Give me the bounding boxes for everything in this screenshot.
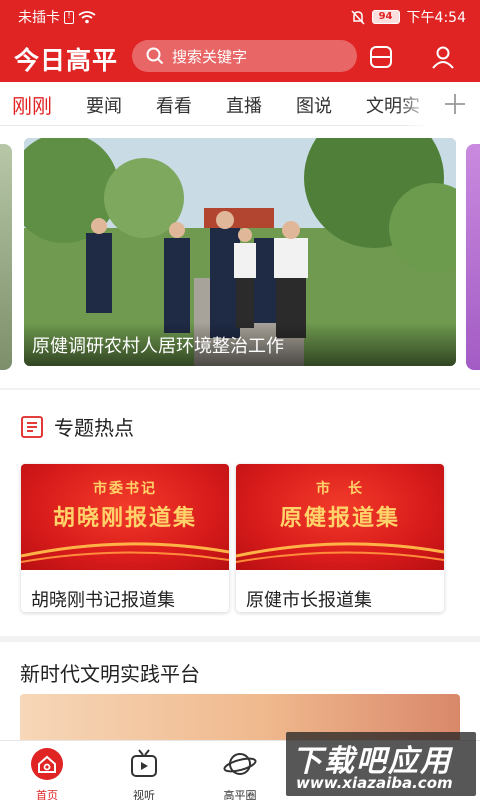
topics-section: 专题热点 市委书记 胡晓刚报道集 胡晓刚书记报道集 市 长 原健报道集 原健市长… [0,390,480,636]
banner-subtitle: 市 长 [316,481,364,497]
tab-news[interactable]: 要闻 [86,92,122,118]
app-header: 今日高平 搜索关键字 [0,32,480,82]
carousel: 原健调研农村人居环境整治工作 [0,126,480,388]
tab-live[interactable]: 直播 [226,92,262,118]
nav-video[interactable]: 视听 [112,747,176,800]
sim-icon [64,10,74,24]
tab-watch[interactable]: 看看 [156,92,192,118]
watermark: 下载吧应用 www.xiazaiba.com [286,732,476,796]
tab-gang-gang[interactable]: 刚刚 [12,90,52,119]
app-title: 今日高平 [14,46,119,75]
menu-icon[interactable] [368,44,394,70]
banner-title: 胡晓刚报道集 [52,505,197,531]
topic-banner: 市 长 原健报道集 [236,464,444,570]
nav-circle[interactable]: 高平圈 [208,747,272,800]
channel-tabs: 刚刚 要闻 看看 直播 图说 文明实 [0,82,480,126]
civilization-title: 新时代文明实践平台 [20,662,200,686]
nav-video-label: 视听 [133,789,155,800]
battery-indicator: 94 [371,10,400,24]
nav-circle-label: 高平圈 [223,789,257,800]
search-icon [146,47,164,65]
carousel-next-slide[interactable] [466,144,480,370]
banner-subtitle: 市委书记 [93,481,157,497]
status-left: 未插卡 [18,7,96,27]
carrier-text: 未插卡 [18,10,60,26]
tv-icon [131,749,157,777]
nav-home[interactable]: 首页 [15,747,79,800]
clock-text: 下午4:54 [406,10,466,26]
search-placeholder: 搜索关键字 [172,47,248,66]
carousel-prev-slide[interactable] [0,144,12,370]
nav-home-label: 首页 [36,789,58,800]
list-icon [21,415,43,438]
topic-card-hu[interactable]: 市委书记 胡晓刚报道集 胡晓刚书记报道集 [21,464,229,612]
mute-bell-icon [350,9,365,25]
topic-card-yuan[interactable]: 市 长 原健报道集 原健市长报道集 [236,464,444,612]
tab-picture[interactable]: 图说 [296,92,332,118]
topic-card-label: 原健市长报道集 [246,590,372,611]
status-right: 94 下午4:54 [350,7,466,27]
topics-header: 专题热点 [20,412,134,441]
topics-title: 专题热点 [54,416,134,440]
banner-title: 原健报道集 [279,505,400,531]
user-icon[interactable] [430,44,456,70]
home-icon [31,748,63,780]
carousel-caption: 原健调研农村人居环境整治工作 [32,336,284,357]
status-bar: 未插卡 94 下午4:54 [0,0,480,32]
search-input[interactable]: 搜索关键字 [132,40,357,72]
tab-fade [400,82,430,126]
carousel-slide[interactable]: 原健调研农村人居环境整治工作 [24,138,456,366]
caption-overlay: 原健调研农村人居环境整治工作 [24,322,456,366]
watermark-url: www.xiazaiba.com [296,774,453,792]
civilization-section: 新时代文明实践平台 [0,642,480,754]
topic-card-label: 胡晓刚书记报道集 [31,590,175,611]
wifi-icon [78,11,96,24]
topic-banner: 市委书记 胡晓刚报道集 [21,464,229,570]
plus-icon [445,94,465,114]
add-channel-button[interactable] [430,82,480,126]
planet-icon [223,753,257,775]
